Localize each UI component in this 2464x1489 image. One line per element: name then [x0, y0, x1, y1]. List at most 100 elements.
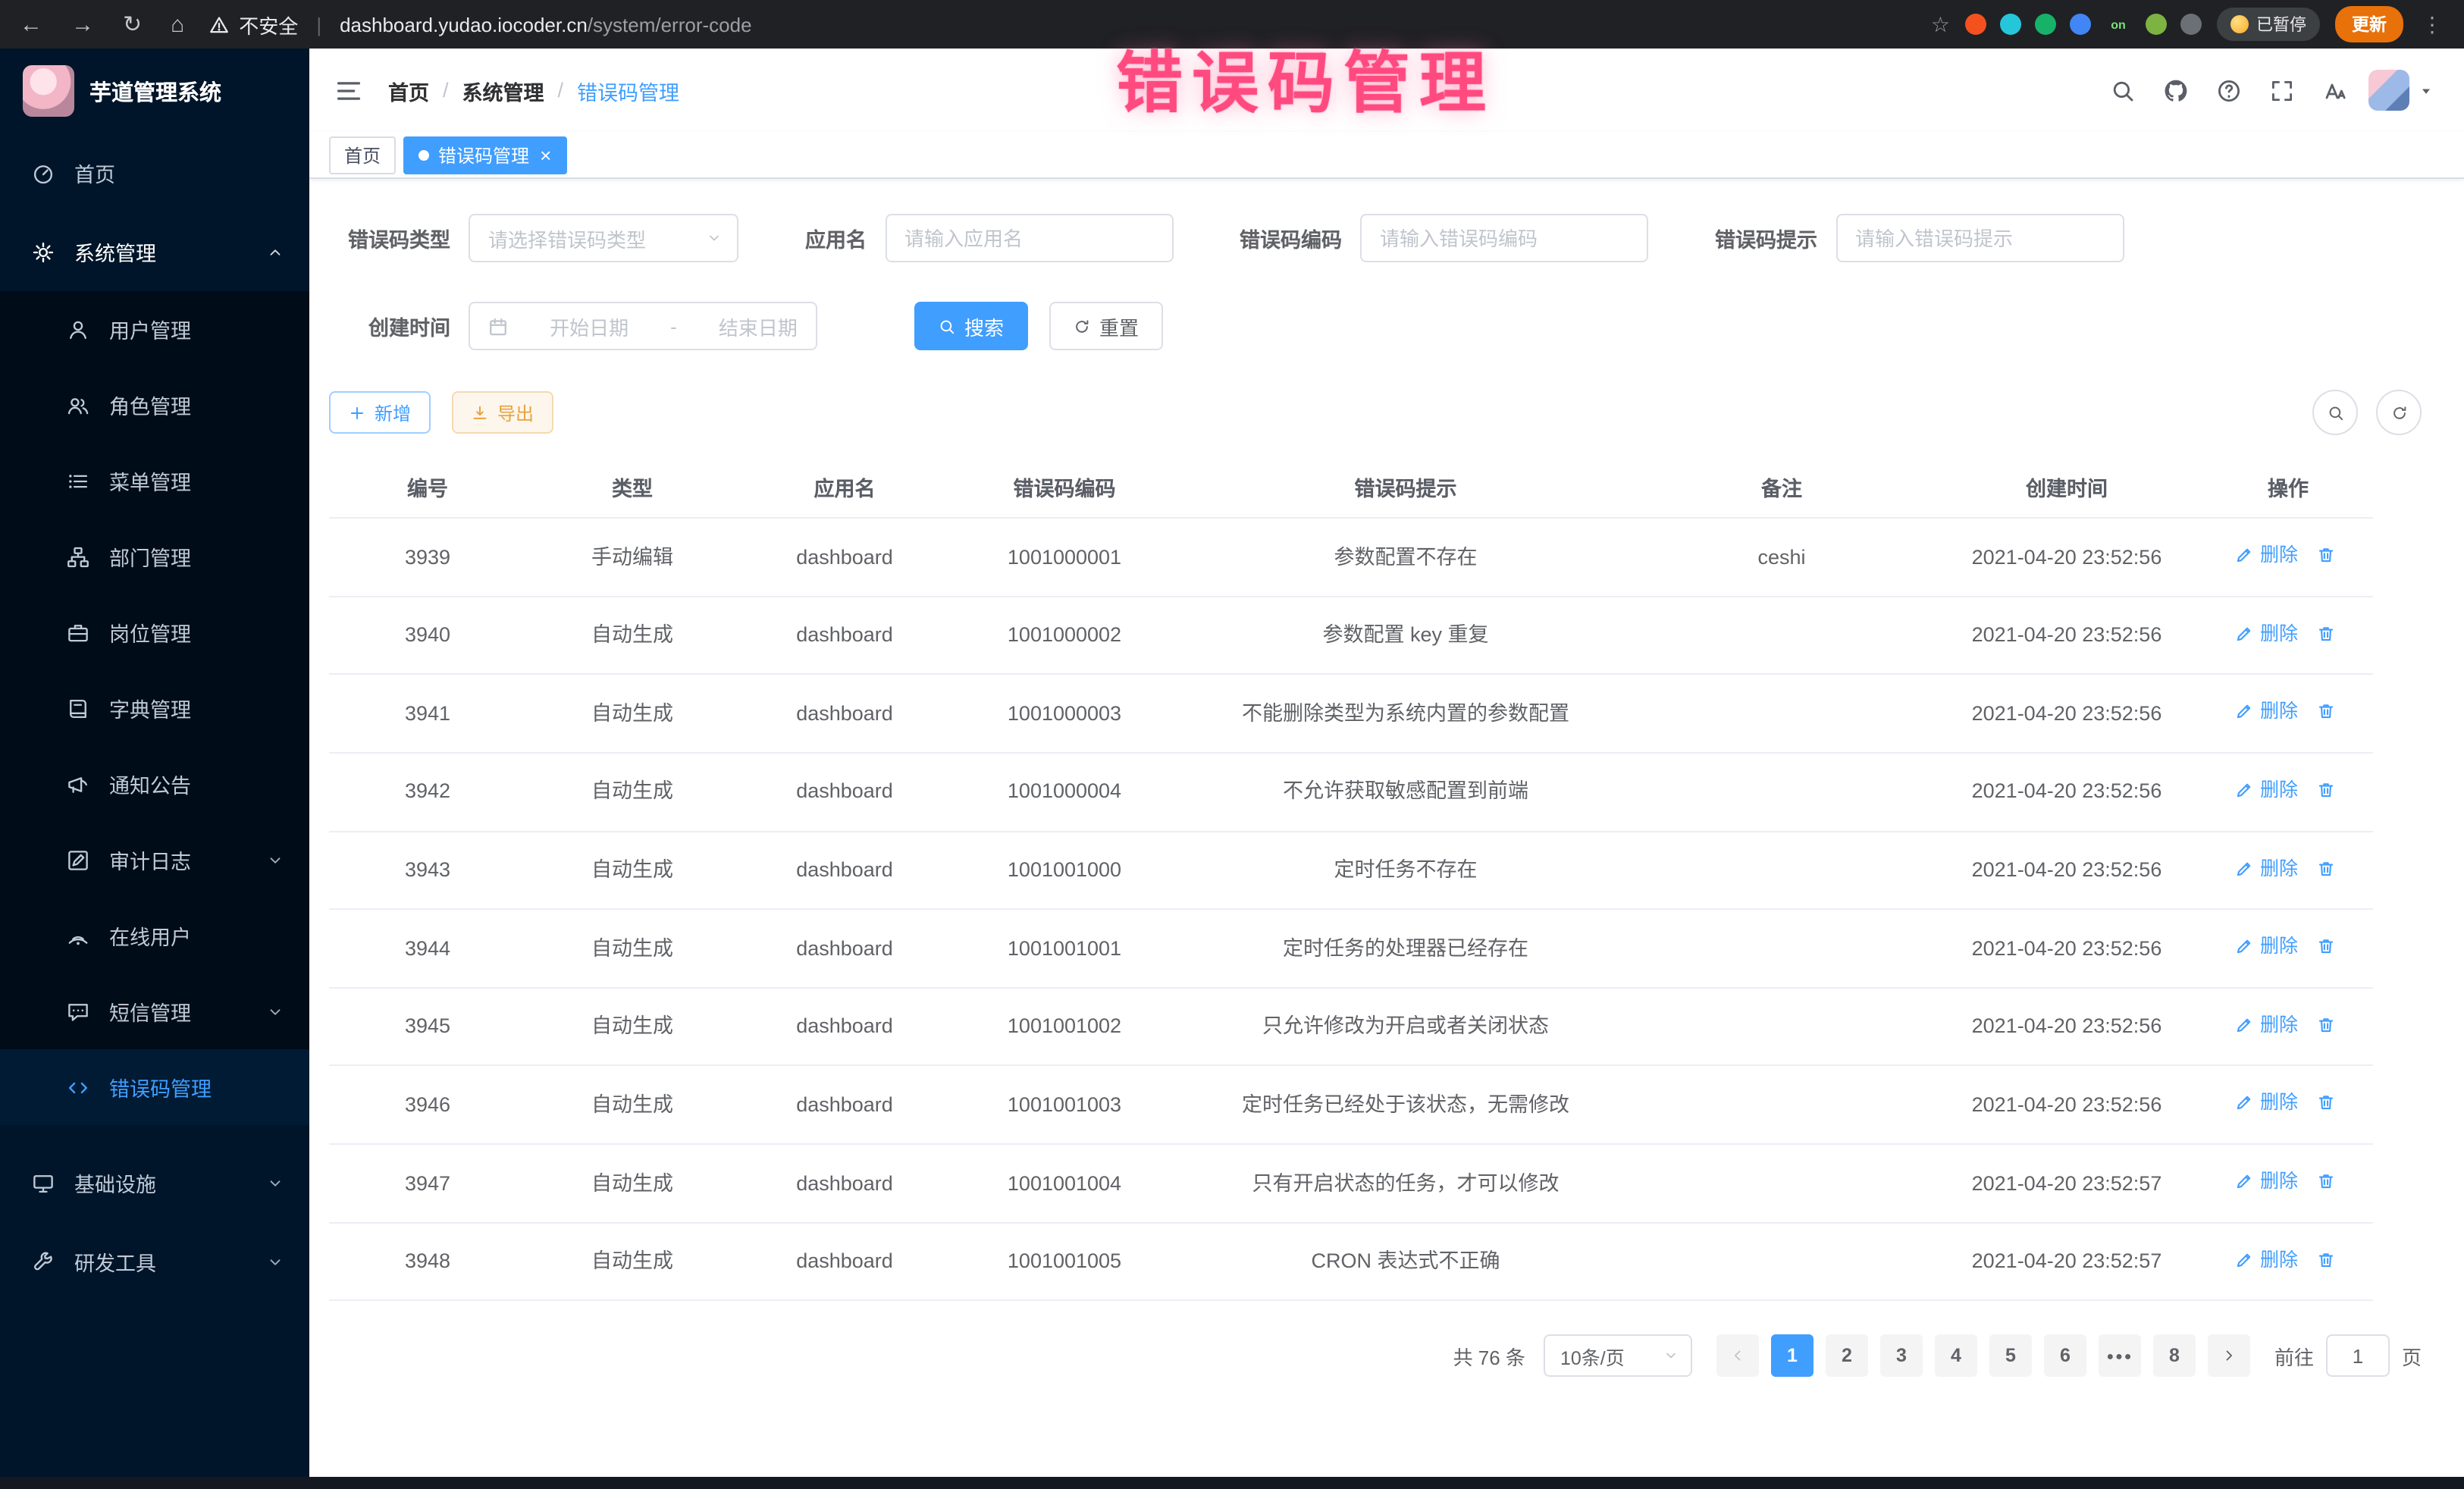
ext-drop-icon[interactable] — [2000, 14, 2021, 35]
edit-button[interactable]: 删除 — [2236, 854, 2298, 882]
sidebar-item[interactable]: 审计日志 — [0, 822, 309, 898]
next-page-button[interactable] — [2208, 1335, 2250, 1378]
page-size-select[interactable]: 10条/页 — [1544, 1335, 1692, 1378]
bookmark-star-icon[interactable]: ☆ — [1931, 11, 1950, 37]
table-body: 3939手动编辑dashboard1001000001参数配置不存在ceshi2… — [329, 518, 2373, 1301]
page-button[interactable]: 8 — [2153, 1335, 2196, 1378]
page-button[interactable]: 3 — [1880, 1335, 1923, 1378]
sidebar-item[interactable]: 基础设施 — [0, 1143, 309, 1222]
question-button[interactable] — [2208, 69, 2250, 111]
chevron-down-icon — [267, 1003, 284, 1020]
error-code-table: 编号类型应用名错误码编码错误码提示备注创建时间操作 3939手动编辑dashbo… — [329, 456, 2373, 1302]
delete-button[interactable] — [2316, 1172, 2340, 1190]
edit-button[interactable]: 删除 — [2236, 698, 2298, 726]
delete-button[interactable] — [2316, 781, 2340, 799]
edit-button[interactable]: 删除 — [2236, 619, 2298, 647]
hamburger-icon[interactable] — [335, 77, 362, 104]
address-bar[interactable]: 不安全 | dashboard.yudao.iocoder.cn/system/… — [208, 10, 751, 39]
cell-app: dashboard — [738, 518, 951, 596]
edit-button[interactable]: 删除 — [2236, 541, 2298, 569]
sidebar-item[interactable]: 研发工具 — [0, 1222, 309, 1301]
goto-page-input[interactable] — [2326, 1335, 2390, 1378]
edit-button[interactable]: 删除 — [2236, 933, 2298, 960]
delete-button[interactable] — [2316, 703, 2340, 721]
pager-more-button[interactable]: ●●● — [2099, 1335, 2141, 1378]
breadcrumb-item[interactable]: 系统管理 — [462, 75, 544, 105]
page-button[interactable]: 4 — [1935, 1335, 1977, 1378]
export-button[interactable]: 导出 — [452, 391, 553, 434]
font-size-button[interactable] — [2314, 69, 2356, 111]
edit-button[interactable]: 删除 — [2236, 1246, 2298, 1273]
reload-icon[interactable]: ↻ — [123, 13, 142, 36]
cell-msg: 定时任务不存在 — [1178, 831, 1633, 909]
page-button[interactable]: 6 — [2044, 1335, 2086, 1378]
page-button[interactable]: 5 — [1989, 1335, 2032, 1378]
sidebar-item[interactable]: 短信管理 — [0, 973, 309, 1049]
cell-app: dashboard — [738, 1222, 951, 1300]
sidebar-item[interactable]: 通知公告 — [0, 746, 309, 822]
edit-icon — [2236, 546, 2254, 564]
ext-grid-icon[interactable] — [2070, 14, 2091, 35]
page-button[interactable]: 1 — [1771, 1335, 1814, 1378]
sidebar-item[interactable]: 错误码管理 — [0, 1049, 309, 1125]
sidebar-item[interactable]: 首页 — [0, 133, 309, 212]
dashboard-icon — [32, 161, 55, 184]
update-button[interactable]: 更新 — [2335, 6, 2403, 42]
paused-badge[interactable]: 已暂停 — [2217, 8, 2320, 41]
prev-page-button[interactable] — [1716, 1335, 1759, 1378]
sidebar-item[interactable]: 角色管理 — [0, 367, 309, 443]
error-msg-input[interactable] — [1835, 214, 2124, 262]
delete-button[interactable] — [2316, 546, 2340, 564]
breadcrumb-item[interactable]: 首页 — [388, 75, 429, 105]
fullscreen-button[interactable] — [2261, 69, 2303, 111]
edit-button[interactable]: 删除 — [2236, 776, 2298, 804]
app-name-input[interactable] — [885, 214, 1173, 262]
close-icon[interactable]: × — [540, 145, 551, 165]
home-icon[interactable]: ⌂ — [171, 13, 184, 36]
toggle-search-button[interactable] — [2312, 390, 2358, 435]
edit-button[interactable]: 删除 — [2236, 1089, 2298, 1117]
error-code-input[interactable] — [1360, 214, 1648, 262]
forward-icon[interactable]: → — [71, 13, 94, 36]
ext-dot-icon[interactable] — [1965, 14, 1986, 35]
table-row: 3939手动编辑dashboard1001000001参数配置不存在ceshi2… — [329, 518, 2373, 596]
ext-pin-icon[interactable] — [2180, 14, 2202, 35]
edit-button[interactable]: 删除 — [2236, 1011, 2298, 1039]
logo-row[interactable]: 芋道管理系统 — [0, 49, 309, 133]
sidebar-item[interactable]: 用户管理 — [0, 291, 309, 367]
github-button[interactable] — [2155, 69, 2197, 111]
date-range-picker[interactable]: 开始日期 - 结束日期 — [469, 302, 817, 350]
sidebar-item[interactable]: 菜单管理 — [0, 443, 309, 519]
ext-switch-icon[interactable]: on — [2105, 14, 2132, 35]
delete-button[interactable] — [2316, 1016, 2340, 1034]
sidebar-item[interactable]: 系统管理 — [0, 212, 309, 291]
sidebar-item[interactable]: 部门管理 — [0, 519, 309, 594]
delete-button[interactable] — [2316, 1250, 2340, 1268]
sidebar-item[interactable]: 岗位管理 — [0, 594, 309, 670]
view-tab[interactable]: 错误码管理× — [403, 136, 566, 174]
filter-row-1: 错误码类型 请选择错误码类型 应用名 错误码编码 错误码提示 — [329, 214, 2422, 262]
delete-button[interactable] — [2316, 1094, 2340, 1112]
delete-button[interactable] — [2316, 624, 2340, 642]
ext-leaf-icon[interactable] — [2146, 14, 2167, 35]
page-button[interactable]: 2 — [1826, 1335, 1868, 1378]
user-avatar[interactable] — [2368, 70, 2434, 111]
toolbar: 新增 导出 — [329, 390, 2422, 435]
error-type-select[interactable]: 请选择错误码类型 — [469, 214, 738, 262]
view-tab[interactable]: 首页 — [329, 136, 396, 174]
back-icon[interactable]: ← — [20, 13, 42, 36]
refresh-table-button[interactable] — [2376, 390, 2422, 435]
search-button[interactable] — [2102, 69, 2144, 111]
kebab-menu-icon[interactable]: ⋮ — [2419, 11, 2446, 37]
ext-check-icon[interactable] — [2035, 14, 2056, 35]
reset-button[interactable]: 重置 — [1049, 302, 1163, 350]
edit-button[interactable]: 删除 — [2236, 1168, 2298, 1195]
delete-button[interactable] — [2316, 859, 2340, 877]
search-button[interactable]: 搜索 — [914, 302, 1028, 350]
download-icon — [472, 404, 488, 421]
cell-time: 2021-04-20 23:52:56 — [1930, 831, 2203, 909]
sidebar-item[interactable]: 字典管理 — [0, 670, 309, 746]
sidebar-item[interactable]: 在线用户 — [0, 898, 309, 973]
delete-button[interactable] — [2316, 937, 2340, 955]
add-button[interactable]: 新增 — [329, 391, 431, 434]
